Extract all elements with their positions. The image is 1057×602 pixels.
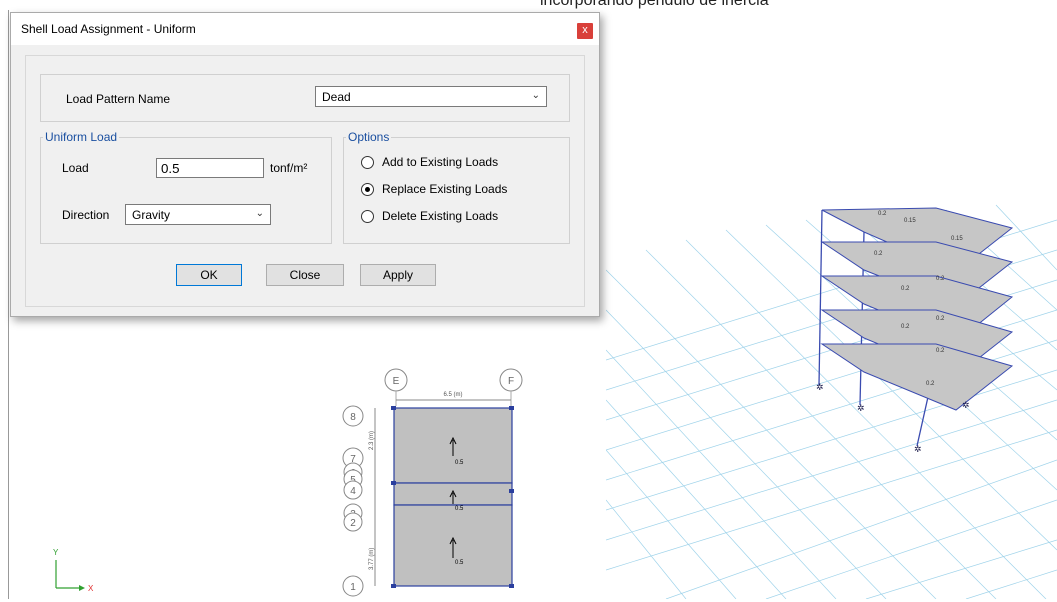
load-pattern-row: Load Pattern Name Dead ⌄ <box>40 74 570 122</box>
vertical-dim-label: 3.77 (m) <box>369 548 375 570</box>
svg-text:✲: ✲ <box>962 400 970 410</box>
svg-text:0.2: 0.2 <box>901 324 910 330</box>
direction-label: Direction <box>62 208 110 222</box>
chevron-down-icon: ⌄ <box>255 208 264 219</box>
uniform-load-group: Uniform Load Load tonf/m² Direction Grav… <box>40 130 332 244</box>
chevron-down-icon: ⌄ <box>531 90 540 101</box>
svg-text:E: E <box>393 376 400 387</box>
caption-text: incorporando péndulo de inercia <box>540 0 769 9</box>
radio-label: Delete Existing Loads <box>382 209 499 223</box>
svg-text:0.2: 0.2 <box>901 286 910 292</box>
radio-button-icon[interactable] <box>361 210 374 223</box>
svg-text:0.2: 0.2 <box>936 316 945 322</box>
svg-text:0.2: 0.2 <box>926 381 935 387</box>
uniform-load-legend: Uniform Load <box>45 130 118 144</box>
load-label: Load <box>62 161 89 175</box>
svg-text:✲: ✲ <box>857 403 865 413</box>
dialog-body: Load Pattern Name Dead ⌄ Uniform Load Lo… <box>25 55 585 307</box>
panel-load-label: 0.5 <box>455 506 464 512</box>
3d-view-pane[interactable]: 0.2 0.15 0.15 0.2 0.2 0.2 0.2 0.2 0.2 0.… <box>605 10 1057 600</box>
radio-label: Add to Existing Loads <box>382 155 499 169</box>
3d-view-canvas: 0.2 0.15 0.15 0.2 0.2 0.2 0.2 0.2 0.2 0.… <box>605 204 1057 600</box>
svg-text:X: X <box>88 584 94 593</box>
svg-text:0.2: 0.2 <box>874 251 883 257</box>
dialog-titlebar[interactable]: Shell Load Assignment - Uniform x <box>11 13 599 45</box>
radio-button-icon[interactable] <box>361 183 374 196</box>
svg-text:8: 8 <box>350 412 356 423</box>
axis-triad-icon: Y X <box>53 548 94 593</box>
svg-text:0.2: 0.2 <box>936 348 945 354</box>
dialog-title: Shell Load Assignment - Uniform <box>21 22 196 36</box>
apply-button[interactable]: Apply <box>360 264 436 286</box>
radio-label: Replace Existing Loads <box>382 182 508 196</box>
vertical-dim-label: 2.3 (m) <box>369 431 375 450</box>
grid-bubble-f: F <box>499 368 523 392</box>
svg-text:2: 2 <box>350 518 356 529</box>
svg-text:0.2: 0.2 <box>878 211 887 217</box>
ok-button[interactable]: OK <box>176 264 242 286</box>
floor-slabs <box>820 207 1014 411</box>
dimension-label: 6.5 (m) <box>443 392 462 398</box>
load-pattern-label: Load Pattern Name <box>66 92 171 106</box>
direction-select[interactable]: Gravity ⌄ <box>125 204 271 225</box>
load-unit-label: tonf/m² <box>270 161 308 175</box>
close-button[interactable]: Close <box>266 264 344 286</box>
svg-text:0.2: 0.2 <box>936 276 945 282</box>
options-group: Options Add to Existing Loads Replace Ex… <box>343 130 570 244</box>
panel-load-label: 0.5 <box>455 460 464 466</box>
load-pattern-value: Dead <box>322 90 351 104</box>
panel-load-label: 0.5 <box>455 560 464 566</box>
svg-text:✲: ✲ <box>914 444 922 454</box>
grid-bubble-e: E <box>384 368 408 392</box>
shell-load-dialog: Shell Load Assignment - Uniform x Load P… <box>10 12 600 317</box>
load-value-input[interactable] <box>156 158 264 178</box>
svg-text:4: 4 <box>350 486 356 497</box>
svg-text:1: 1 <box>350 582 356 593</box>
load-pattern-select[interactable]: Dead ⌄ <box>315 86 547 107</box>
svg-text:Y: Y <box>53 548 59 557</box>
svg-text:0.15: 0.15 <box>904 218 916 224</box>
options-legend: Options <box>348 130 390 144</box>
svg-text:F: F <box>508 376 514 387</box>
close-icon[interactable]: x <box>577 23 593 39</box>
grid-row-bubbles: 8 7 6 5 4 3 2 1 <box>342 405 364 597</box>
svg-text:✲: ✲ <box>816 382 824 392</box>
svg-text:0.15: 0.15 <box>951 236 963 242</box>
radio-button-icon[interactable] <box>361 156 374 169</box>
direction-value: Gravity <box>132 208 171 222</box>
